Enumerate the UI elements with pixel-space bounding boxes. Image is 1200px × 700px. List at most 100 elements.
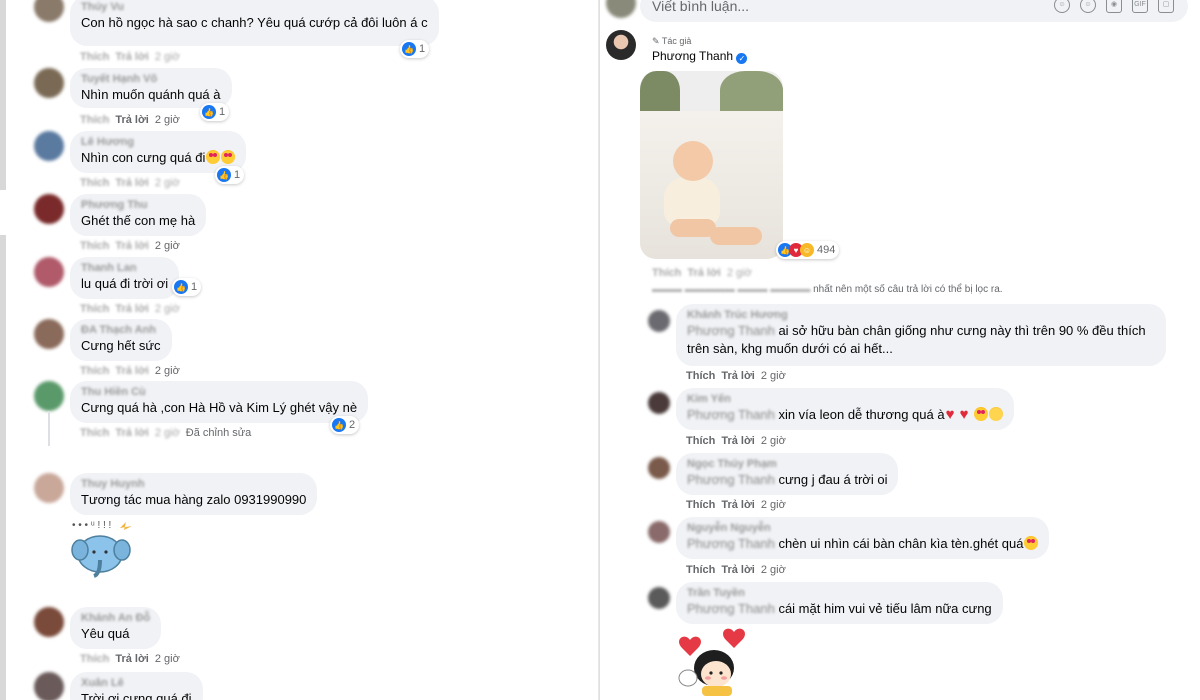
- avatar[interactable]: [648, 310, 670, 332]
- comment-time[interactable]: 2 giờ: [155, 653, 180, 665]
- like-link[interactable]: Thích: [80, 365, 109, 377]
- reply-link[interactable]: Trả lời: [115, 114, 149, 126]
- verified-icon: ✓: [736, 53, 748, 64]
- like-link[interactable]: Thích: [80, 303, 109, 315]
- avatar[interactable]: [34, 68, 64, 98]
- reply-author[interactable]: Khánh Trúc Hương: [687, 309, 1155, 322]
- like-link[interactable]: Thích: [80, 51, 109, 63]
- reply-link[interactable]: Trả lời: [115, 427, 149, 439]
- avatar[interactable]: [34, 473, 64, 503]
- comment-time[interactable]: 2 giờ: [155, 240, 180, 252]
- avatar[interactable]: [34, 257, 64, 287]
- like-link[interactable]: Thích: [686, 370, 715, 382]
- like-link[interactable]: Thích: [80, 240, 109, 252]
- reply-text: Phương Thanh xin vía leon dễ thương quá …: [687, 406, 1003, 424]
- reply-link[interactable]: Trả lời: [115, 365, 149, 377]
- reaction-count[interactable]: 👍 1: [215, 166, 245, 184]
- heart-emoji: [960, 406, 973, 424]
- reply-author[interactable]: Nguyễn Nguyễn: [687, 522, 1038, 535]
- sticker-icon[interactable]: ▢: [1158, 0, 1174, 13]
- comment-author[interactable]: Thúy Vu: [81, 1, 428, 14]
- avatar[interactable]: [648, 587, 670, 609]
- comment-time[interactable]: 2 giờ: [155, 427, 180, 439]
- reply-tag[interactable]: Phương Thanh: [687, 601, 775, 616]
- camera-icon[interactable]: ◉: [1106, 0, 1122, 13]
- avatar[interactable]: [34, 194, 64, 224]
- avatar[interactable]: [648, 457, 670, 479]
- avatar[interactable]: [34, 672, 64, 700]
- gif-icon[interactable]: GIF: [1132, 0, 1148, 13]
- comment-input[interactable]: Viết bình luận... ☺ ☺ ◉ GIF ▢: [640, 0, 1188, 22]
- comment-time[interactable]: 2 giờ: [155, 177, 180, 189]
- comment-author[interactable]: Khánh An Đỗ: [81, 612, 150, 625]
- reaction-count[interactable]: 👍 2: [330, 416, 360, 434]
- comment-author[interactable]: Thu Hiền Cù: [81, 386, 357, 399]
- comment-text: Nhìn muốn quánh quá à: [81, 87, 221, 102]
- reply-link[interactable]: Trả lời: [115, 177, 149, 189]
- reaction-count[interactable]: 👍 1: [172, 278, 202, 296]
- comment-text: Yêu quá: [81, 626, 130, 641]
- comment-time[interactable]: 2 giờ: [727, 267, 752, 279]
- reply-tag[interactable]: Phương Thanh: [687, 472, 775, 487]
- comment-author[interactable]: Thuy Huynh: [81, 478, 306, 491]
- like-link[interactable]: Thích: [686, 435, 715, 447]
- avatar[interactable]: [34, 607, 64, 637]
- comment-author[interactable]: ĐA Thạch Anh: [81, 324, 161, 337]
- avatar-sticker-icon[interactable]: ☺: [1054, 0, 1070, 13]
- comment-author[interactable]: Xuân Lê: [81, 677, 192, 690]
- reply-link[interactable]: Trả lời: [115, 303, 149, 315]
- like-link[interactable]: Thích: [652, 267, 681, 279]
- left-comment-panel: Thúy Vu Con hồ ngọc hà sao c chanh? Yêu …: [0, 0, 600, 700]
- author-badge: ✎ Tác giả: [652, 36, 692, 46]
- author-avatar[interactable]: [606, 30, 636, 60]
- comment-actions: Thích Trả lời 2 giờ Đã chỉnh sửa: [80, 426, 257, 440]
- like-link[interactable]: Thích: [80, 114, 109, 126]
- avatar[interactable]: [34, 0, 64, 22]
- avatar[interactable]: [648, 521, 670, 543]
- comment-author[interactable]: Tuyết Hạnh Võ: [81, 73, 221, 86]
- comment-bubble: Thúy Vu Con hồ ngọc hà sao c chanh? Yêu …: [70, 0, 439, 46]
- like-link[interactable]: Thích: [80, 177, 109, 189]
- reply-text: Phương Thanh chèn ui nhìn cái bàn chân k…: [687, 535, 1039, 553]
- reply-link[interactable]: Trả lời: [115, 240, 149, 252]
- author-name[interactable]: Phương Thanh ✓: [652, 49, 748, 64]
- avatar[interactable]: [34, 381, 64, 411]
- comment-time[interactable]: 2 giờ: [761, 499, 786, 511]
- comment-author[interactable]: Lê Hương: [81, 136, 235, 149]
- comment-time[interactable]: 2 giờ: [155, 114, 180, 126]
- comment-time[interactable]: 2 giờ: [155, 51, 180, 63]
- reply-link[interactable]: Trả lời: [721, 370, 755, 382]
- reply-author[interactable]: Kim Yến: [687, 393, 1003, 406]
- reply-tag[interactable]: Phương Thanh: [687, 536, 775, 551]
- thread-line: [48, 411, 50, 446]
- like-link[interactable]: Thích: [686, 499, 715, 511]
- avatar[interactable]: [648, 392, 670, 414]
- comment-time[interactable]: 2 giờ: [761, 370, 786, 382]
- reply-link[interactable]: Trả lời: [721, 564, 755, 576]
- reply-tag[interactable]: Phương Thanh: [687, 323, 775, 338]
- reply-link[interactable]: Trả lời: [721, 435, 755, 447]
- reaction-count[interactable]: 👍 ♥ ☺ 494: [776, 241, 840, 259]
- emoji-icon[interactable]: ☺: [1080, 0, 1096, 13]
- comment-author[interactable]: Phương Thu: [81, 199, 195, 212]
- reply-link[interactable]: Trả lời: [115, 51, 149, 63]
- avatar[interactable]: [34, 131, 64, 161]
- comment-time[interactable]: 2 giờ: [761, 435, 786, 447]
- comment-time[interactable]: 2 giờ: [155, 365, 180, 377]
- reply-link[interactable]: Trả lời: [687, 267, 721, 279]
- reply-tag[interactable]: Phương Thanh: [687, 407, 775, 422]
- reply-author[interactable]: Trần Tuyền: [687, 587, 992, 600]
- reply-link[interactable]: Trả lời: [721, 499, 755, 511]
- avatar[interactable]: [34, 319, 64, 349]
- like-link[interactable]: Thích: [686, 564, 715, 576]
- reaction-count[interactable]: 👍 1: [200, 103, 230, 121]
- comment-time[interactable]: 2 giờ: [761, 564, 786, 576]
- reply-author[interactable]: Ngọc Thúy Phạm: [687, 458, 887, 471]
- baby-photo[interactable]: [640, 71, 783, 259]
- like-link[interactable]: Thích: [80, 427, 109, 439]
- like-link[interactable]: Thích: [80, 653, 109, 665]
- reply-link[interactable]: Trả lời: [115, 653, 149, 665]
- comment-time[interactable]: 2 giờ: [155, 303, 180, 315]
- reaction-count[interactable]: 👍 1: [400, 40, 430, 58]
- comment-author[interactable]: Thanh Lan: [81, 262, 168, 275]
